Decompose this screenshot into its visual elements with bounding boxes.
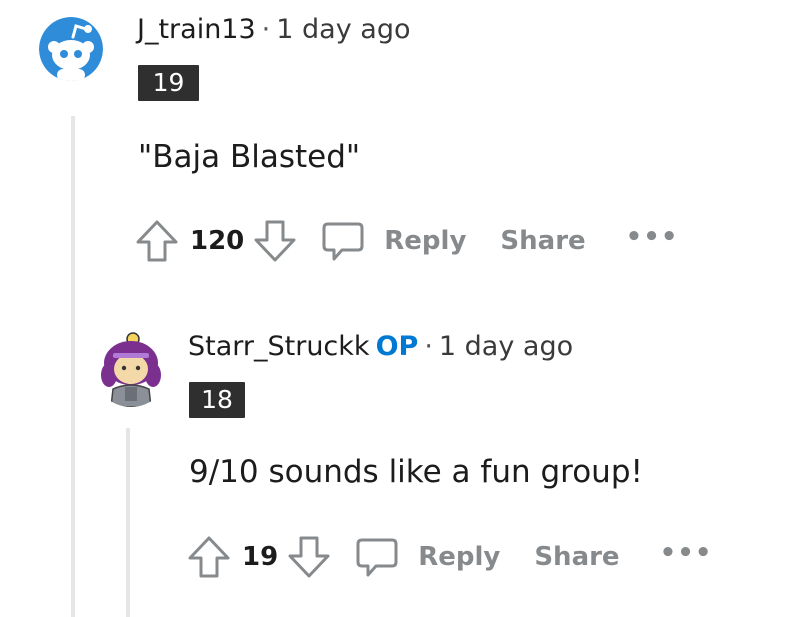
upvote-arrow-icon: [188, 536, 230, 578]
downvote-button[interactable]: [286, 534, 332, 580]
speech-bubble-icon: [356, 538, 398, 577]
reply-button[interactable]: Reply: [418, 542, 500, 572]
timestamp[interactable]: 1 day ago: [276, 14, 410, 45]
thread-line[interactable]: [126, 428, 130, 617]
thread-line[interactable]: [71, 116, 75, 617]
comment-body: "Baja Blasted": [138, 139, 361, 175]
upvote-arrow-icon: [136, 220, 178, 262]
share-button[interactable]: Share: [500, 226, 585, 256]
avatar[interactable]: [39, 17, 103, 81]
downvote-arrow-icon: [288, 536, 330, 578]
more-options-button[interactable]: •••: [660, 540, 713, 566]
comment-actions: 19 Reply Share •••: [186, 533, 712, 581]
snoo-avatar-icon: [39, 17, 103, 81]
share-button[interactable]: Share: [534, 542, 619, 572]
separator-dot: ·: [424, 331, 433, 362]
user-flair-badge: 18: [189, 382, 245, 418]
username[interactable]: Starr_Struckk: [188, 331, 370, 362]
more-options-button[interactable]: •••: [626, 224, 679, 250]
downvote-arrow-icon: [254, 220, 296, 262]
op-badge: OP: [375, 331, 419, 362]
avatar[interactable]: [93, 331, 169, 407]
vote-count: 120: [190, 226, 245, 256]
comment-reply-icon-button[interactable]: [354, 534, 400, 580]
speech-bubble-icon: [322, 222, 364, 261]
user-flair-badge: 19: [138, 65, 199, 101]
comment-header: J_train13 · 1 day ago: [137, 14, 410, 46]
downvote-button[interactable]: [252, 218, 298, 264]
comment-body: 9/10 sounds like a fun group!: [189, 454, 643, 490]
comment-header: Starr_Struckk OP · 1 day ago: [188, 331, 573, 363]
comment-reply-icon-button[interactable]: [320, 218, 366, 264]
vote-count: 19: [242, 542, 279, 572]
timestamp[interactable]: 1 day ago: [439, 331, 573, 362]
separator-dot: ·: [261, 14, 271, 45]
custom-character-avatar-icon: [93, 331, 169, 407]
upvote-button[interactable]: [186, 534, 232, 580]
upvote-button[interactable]: [134, 218, 180, 264]
reply-button[interactable]: Reply: [384, 226, 466, 256]
comment-actions: 120 Reply Share •••: [134, 217, 679, 265]
username[interactable]: J_train13: [137, 14, 256, 45]
